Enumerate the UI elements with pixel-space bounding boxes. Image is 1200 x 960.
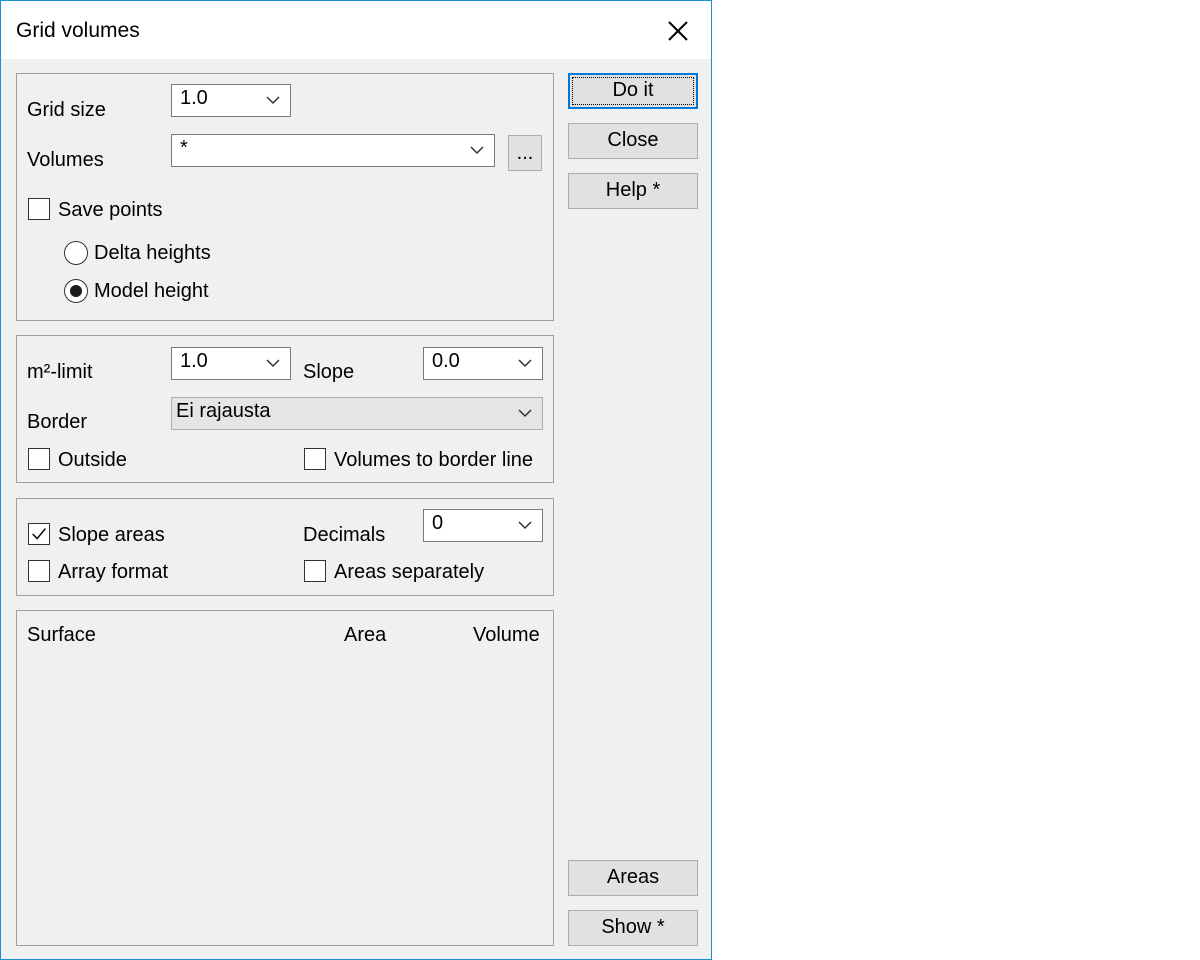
chevron-down-icon	[518, 521, 532, 530]
checkmark-icon	[32, 528, 46, 540]
volumes-value: *	[180, 137, 188, 159]
title-bar: Grid volumes	[1, 1, 711, 59]
delta-heights-radio[interactable]	[64, 241, 88, 265]
browse-button-label: ...	[516, 142, 534, 164]
radio-selected-dot	[70, 285, 82, 297]
chevron-down-icon	[518, 409, 532, 418]
help-button[interactable]: Help *	[568, 173, 698, 209]
show-label: Show *	[601, 916, 665, 938]
focus-rectangle	[572, 77, 694, 105]
chevron-down-icon	[518, 359, 532, 368]
slope-areas-label: Slope areas	[58, 524, 165, 546]
chevron-down-icon	[266, 359, 280, 368]
volumes-to-border-clip: Volumes to border line	[334, 449, 544, 472]
do-it-button[interactable]: Do it	[568, 73, 698, 109]
m2-limit-label: m²-limit	[27, 361, 93, 383]
volumes-to-border-checkbox[interactable]	[304, 448, 326, 470]
area-column-header: Area	[344, 624, 387, 646]
outside-label: Outside	[58, 449, 127, 471]
chevron-down-icon	[470, 146, 484, 155]
array-format-checkbox[interactable]	[28, 560, 50, 582]
model-height-label: Model height	[94, 280, 209, 302]
save-points-label: Save points	[58, 199, 163, 221]
surface-column-header: Surface	[27, 624, 96, 646]
close-button[interactable]: Close	[568, 123, 698, 159]
volumes-label: Volumes	[27, 149, 104, 171]
grid-size-value: 1.0	[180, 87, 208, 109]
volumes-combo[interactable]: *	[171, 134, 495, 167]
decimals-value: 0	[432, 512, 444, 534]
border-value: Ei rajausta	[176, 400, 271, 422]
grid-size-combo[interactable]: 1.0	[171, 84, 291, 117]
results-list[interactable]	[16, 610, 554, 946]
volumes-to-border-label: Volumes to border line	[334, 449, 534, 471]
delta-heights-label: Delta heights	[94, 242, 211, 264]
decimals-combo[interactable]: 0	[423, 509, 543, 542]
m2-limit-combo[interactable]: 1.0	[171, 347, 291, 380]
slope-combo[interactable]: 0.0	[423, 347, 543, 380]
help-label: Help *	[605, 179, 661, 201]
grid-size-label: Grid size	[27, 99, 106, 121]
border-combo[interactable]: Ei rajausta	[171, 397, 543, 430]
dialog-title: Grid volumes	[16, 19, 140, 42]
show-button[interactable]: Show *	[568, 910, 698, 946]
close-label: Close	[607, 129, 659, 151]
model-height-radio[interactable]	[64, 279, 88, 303]
volume-column-header: Volume	[473, 624, 540, 646]
browse-volumes-button[interactable]: ...	[508, 135, 542, 171]
m2-limit-value: 1.0	[180, 350, 208, 372]
areas-button[interactable]: Areas	[568, 860, 698, 896]
decimals-label: Decimals	[303, 524, 386, 546]
areas-separately-checkbox[interactable]	[304, 560, 326, 582]
array-format-label: Array format	[58, 561, 169, 583]
close-icon[interactable]	[665, 18, 691, 44]
outside-checkbox[interactable]	[28, 448, 50, 470]
areas-separately-label: Areas separately	[334, 561, 485, 583]
areas-label: Areas	[606, 866, 660, 888]
save-points-checkbox[interactable]	[28, 198, 50, 220]
slope-areas-checkbox[interactable]	[28, 523, 50, 545]
chevron-down-icon	[266, 96, 280, 105]
grid-volumes-dialog: Grid volumes Grid size 1.0 Volumes * ...…	[0, 0, 712, 960]
slope-value: 0.0	[432, 350, 460, 372]
slope-label: Slope	[303, 361, 355, 383]
border-label: Border	[27, 411, 88, 433]
